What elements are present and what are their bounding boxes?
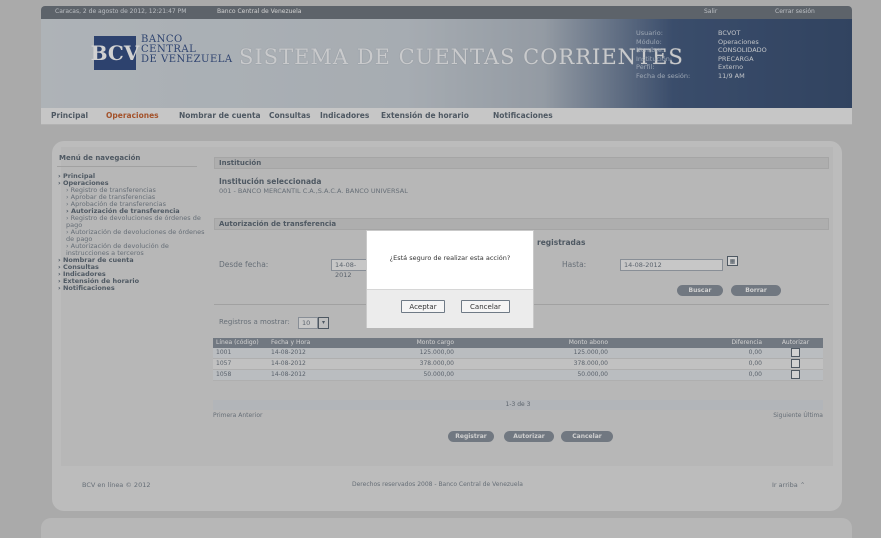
cancel-button[interactable]: Cancelar: [461, 300, 510, 313]
dialog-button-bar: Aceptar Cancelar: [367, 289, 533, 328]
confirm-dialog: ¿Está seguro de realizar esta acción? Ac…: [366, 230, 534, 328]
accept-button[interactable]: Aceptar: [401, 300, 445, 313]
dialog-message: ¿Está seguro de realizar esta acción?: [389, 254, 511, 262]
